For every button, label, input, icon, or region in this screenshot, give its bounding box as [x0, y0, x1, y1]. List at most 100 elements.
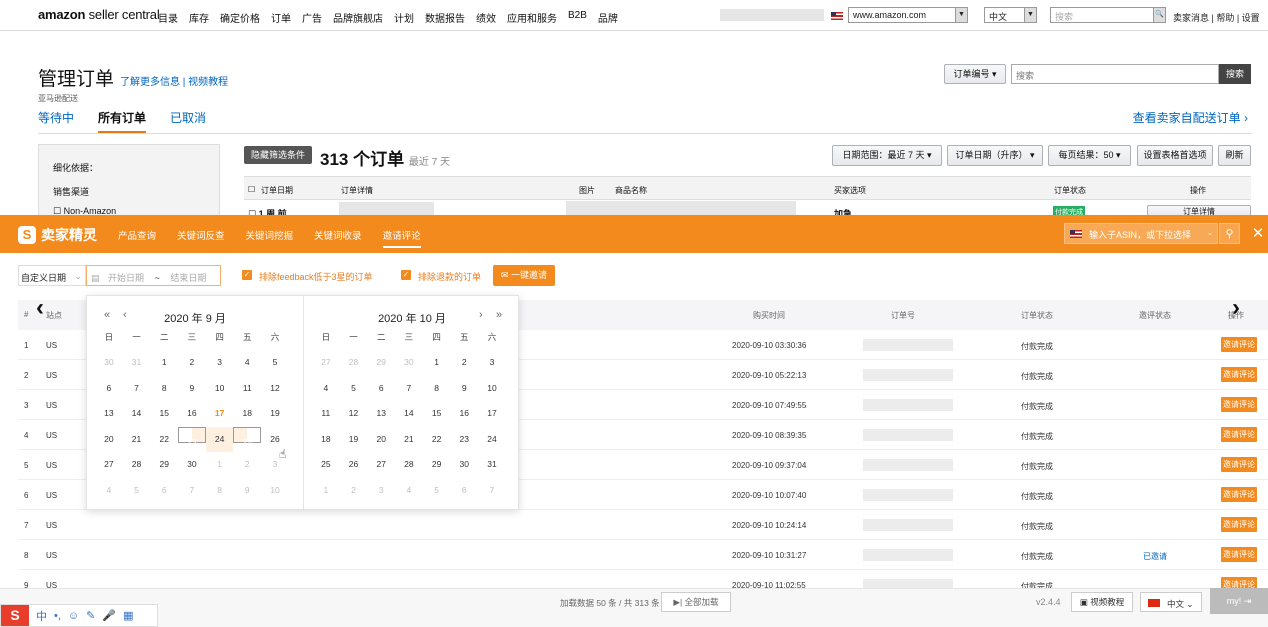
calendar-day[interactable]: 28 — [123, 452, 151, 478]
calendar-day[interactable]: 21 — [123, 427, 151, 453]
calendar-day[interactable]: 8 — [150, 376, 178, 402]
refresh-button[interactable]: 刷新 — [1218, 145, 1251, 166]
calendar-day[interactable]: 29 — [150, 452, 178, 478]
page-help-links[interactable]: 了解更多信息 | 视频教程 — [120, 73, 228, 88]
invite-review-button[interactable]: 邀请评论 — [1221, 337, 1257, 352]
video-tutorial-button[interactable]: ▣ 视频教程 — [1071, 592, 1133, 612]
calendar-day[interactable]: 16 — [178, 401, 206, 427]
calendar-day[interactable]: 7 — [123, 376, 151, 402]
calendar-day[interactable]: 15 — [423, 401, 451, 427]
calendar-day[interactable]: 27 — [367, 452, 395, 478]
calendar-day[interactable]: 12 — [261, 376, 289, 402]
invite-review-button[interactable]: 邀请评论 — [1221, 487, 1257, 502]
invite-review-button[interactable]: 邀请评论 — [1221, 367, 1257, 382]
calendar-day[interactable]: 8 — [206, 478, 234, 504]
calendar-day[interactable]: 5 — [123, 478, 151, 504]
calendar-day[interactable]: 1 — [150, 350, 178, 376]
tab-cancelled[interactable]: 已取消 — [170, 109, 206, 133]
microphone-icon[interactable]: 🎤 — [102, 609, 116, 622]
calendar-day[interactable]: 1 — [312, 478, 340, 504]
order-search-button[interactable]: 搜索 — [1219, 64, 1251, 84]
calendar-day[interactable]: 7 — [478, 478, 506, 504]
calendar-day[interactable]: 14 — [395, 401, 423, 427]
asin-search-input[interactable]: 输入子ASIN，或下拉选择 ⌄ — [1064, 223, 1218, 244]
calendar-day[interactable]: 5 — [423, 478, 451, 504]
calendar-day[interactable]: 27 — [312, 350, 340, 376]
calendar-day[interactable]: 23 — [178, 426, 206, 449]
tab-all-orders[interactable]: 所有订单 — [98, 109, 147, 133]
invite-review-button[interactable]: 邀请评论 — [1221, 517, 1257, 532]
calendar-day[interactable]: 1 — [423, 350, 451, 376]
nav-item[interactable]: B2B — [568, 10, 587, 25]
date-range-select[interactable]: 日期范围：最近 7 天 ▾ — [832, 145, 942, 166]
nav-item[interactable]: 品牌 — [598, 10, 618, 25]
calendar-day[interactable]: 17 — [206, 401, 234, 427]
one-click-invite-button[interactable]: ✉ 一键邀请 — [493, 265, 555, 286]
calendar-day[interactable]: 20 — [95, 427, 123, 453]
marketplace-select[interactable]: www.amazon.com ▼ — [848, 7, 968, 23]
close-icon[interactable]: ✕ — [1248, 223, 1268, 244]
calendar-day[interactable]: 25 — [233, 426, 262, 449]
calendar-day[interactable]: 18 — [233, 401, 261, 427]
calendar-day[interactable]: 4 — [312, 376, 340, 402]
calendar-day[interactable]: 27 — [95, 452, 123, 478]
start-date-placeholder[interactable]: 开始日期 — [108, 273, 144, 283]
calendar-day[interactable]: 4 — [95, 478, 123, 504]
exclude-feedback-checkbox[interactable]: ✓ — [242, 270, 252, 280]
calendar-day[interactable]: 31 — [478, 452, 506, 478]
select-all-checkbox[interactable]: ☐ — [248, 185, 255, 194]
invite-review-button[interactable]: 邀请评论 — [1221, 427, 1257, 442]
ss-nav-item[interactable]: 关键词反查 — [177, 228, 225, 248]
nav-item[interactable]: 广告 — [302, 10, 322, 25]
calendar-day[interactable]: 6 — [95, 376, 123, 402]
calendar-day[interactable]: 11 — [312, 401, 340, 427]
language-select[interactable]: 中文 ⌄ — [1140, 592, 1202, 612]
date-mode-select[interactable]: 自定义日期 ⌄ — [18, 265, 86, 286]
view-mfn-orders-link[interactable]: 查看卖家自配送订单 › — [1133, 109, 1248, 126]
calendar-day[interactable]: 5 — [340, 376, 368, 402]
nav-item[interactable]: 品牌旗舰店 — [333, 10, 383, 25]
calendar-day[interactable]: 25 — [312, 452, 340, 478]
calendar-day[interactable]: 30 — [95, 350, 123, 376]
nav-item[interactable]: 目录 — [158, 10, 178, 25]
calendar-day[interactable]: 2 — [178, 350, 206, 376]
nav-item[interactable]: 应用和服务 — [507, 10, 557, 25]
calendar-day[interactable]: 6 — [367, 376, 395, 402]
calendar-day[interactable]: 14 — [123, 401, 151, 427]
invite-review-button[interactable]: 邀请评论 — [1221, 457, 1257, 472]
toolbox-icon[interactable]: ▦ — [123, 609, 133, 622]
calendar-day[interactable]: 21 — [395, 427, 423, 453]
calendar-day[interactable]: 11 — [233, 376, 261, 402]
calendar-day[interactable]: 2 — [233, 452, 261, 478]
calendar-day[interactable]: 31 — [123, 350, 151, 376]
calendar-day[interactable]: 7 — [178, 478, 206, 504]
calendar-day[interactable]: 13 — [95, 401, 123, 427]
order-search-input[interactable]: 搜索 — [1011, 64, 1219, 84]
per-page-select[interactable]: 每页结果：50 ▾ — [1048, 145, 1131, 166]
calendar-day[interactable]: 26 — [340, 452, 368, 478]
amazon-logo[interactable]: amazon seller central — [38, 7, 160, 22]
my-account-button[interactable]: my! ⇥ — [1210, 588, 1268, 614]
calendar-day[interactable]: 18 — [312, 427, 340, 453]
hide-filters-button[interactable]: 隐藏筛选条件 — [244, 146, 312, 164]
calendar-day[interactable]: 3 — [367, 478, 395, 504]
top-links[interactable]: 卖家消息 | 帮助 | 设置 — [1173, 11, 1260, 24]
calendar-day[interactable]: 28 — [395, 452, 423, 478]
next-arrow-icon[interactable]: › — [1232, 294, 1240, 322]
calendar-day[interactable]: 4 — [395, 478, 423, 504]
sogou-ime-icon[interactable]: S — [1, 605, 29, 626]
nav-item[interactable]: 订单 — [271, 10, 291, 25]
calendar-day[interactable]: 19 — [261, 401, 289, 427]
calendar-day[interactable]: 22 — [423, 427, 451, 453]
search-icon[interactable]: ⚲ — [1219, 223, 1240, 244]
calendar-day[interactable]: 30 — [450, 452, 478, 478]
nav-item[interactable]: 库存 — [189, 10, 209, 25]
ss-nav-item[interactable]: 关键词收录 — [314, 228, 362, 248]
calendar-day[interactable]: 29 — [423, 452, 451, 478]
top-search-input[interactable]: 搜索 🔍 — [1050, 7, 1166, 23]
ss-nav-item[interactable]: 邀请评论 — [382, 228, 421, 248]
calendar-day[interactable]: 8 — [423, 376, 451, 402]
nav-item[interactable]: 绩效 — [476, 10, 496, 25]
nav-item[interactable]: 确定价格 — [220, 10, 260, 25]
calendar-day[interactable]: 2 — [450, 350, 478, 376]
